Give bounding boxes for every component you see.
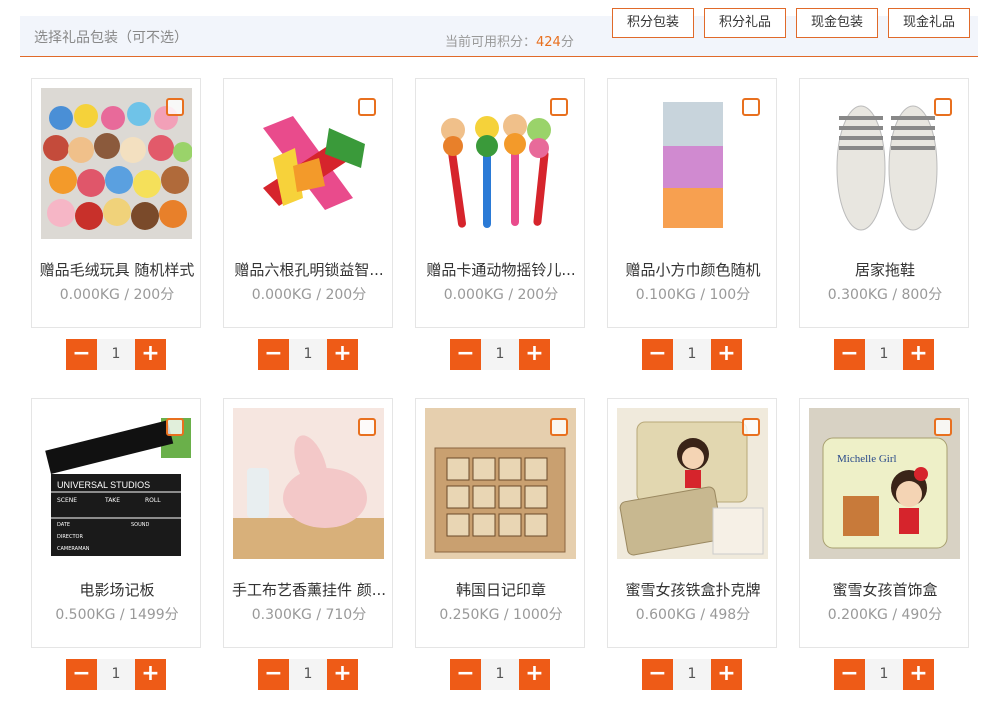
quantity-stepper[interactable]: −1 +	[834, 339, 934, 371]
product-name: 韩国日记印章	[455, 581, 546, 599]
product-card[interactable]: 赠品六根孔明锁益智... 0.000KG / 200分	[223, 78, 393, 328]
increase-button[interactable]: +	[327, 339, 358, 370]
product-card[interactable]: 蜜雪女孩铁盒扑克牌 0.600KG / 498分	[607, 398, 777, 648]
product-name: 电影场记板	[79, 581, 155, 599]
decrease-button[interactable]: −	[66, 659, 97, 690]
product-card[interactable]: 韩国日记印章 0.250KG / 1000分	[415, 398, 585, 648]
product-weight-points: 0.000KG / 200分	[443, 287, 559, 303]
product-name: 赠品六根孔明锁益智...	[234, 261, 384, 279]
quantity-value[interactable]: 1	[481, 339, 519, 370]
quantity-value[interactable]: 1	[865, 339, 903, 370]
quantity-value[interactable]: 1	[481, 659, 519, 690]
clapper-director: DIRECTOR	[57, 534, 83, 540]
increase-button[interactable]: +	[519, 339, 550, 370]
product-card[interactable]: 居家拖鞋 0.300KG / 800分	[799, 78, 969, 328]
quantity-value[interactable]: 1	[673, 659, 711, 690]
clapper-cameraman: CAMERAMAN	[57, 546, 90, 552]
header-hint: 选择礼品包装（可不选）	[34, 30, 188, 46]
select-checkbox[interactable]	[166, 418, 184, 436]
product-card[interactable]: UNIVERSAL STUDIOS SCENE TAKE ROLL DATE S…	[31, 398, 201, 648]
product-name: 手工布艺香薰挂件 颜...	[231, 581, 387, 599]
clapper-roll: ROLL	[145, 497, 161, 504]
product-name: 赠品卡通动物摇铃儿...	[426, 261, 576, 279]
clapper-scene: SCENE	[57, 497, 77, 504]
tab-points-packaging[interactable]: 积分包装	[612, 8, 694, 38]
product-name: 赠品毛绒玩具 随机样式	[39, 261, 195, 279]
product-name: 蜜雪女孩首饰盒	[832, 581, 938, 599]
decrease-button[interactable]: −	[258, 659, 289, 690]
decrease-button[interactable]: −	[834, 659, 865, 690]
select-checkbox[interactable]	[358, 98, 376, 116]
product-weight-points: 0.200KG / 490分	[827, 607, 943, 623]
quantity-value[interactable]: 1	[97, 659, 135, 690]
product-weight-points: 0.500KG / 1499分	[55, 607, 179, 623]
product-card[interactable]: 手工布艺香薰挂件 颜... 0.300KG / 710分	[223, 398, 393, 648]
increase-button[interactable]: +	[711, 339, 742, 370]
tab-points-gifts[interactable]: 积分礼品	[704, 8, 786, 38]
select-checkbox[interactable]	[166, 98, 184, 116]
increase-button[interactable]: +	[711, 659, 742, 690]
quantity-stepper[interactable]: −1 +	[66, 339, 166, 371]
decrease-button[interactable]: −	[66, 339, 97, 370]
increase-button[interactable]: +	[327, 659, 358, 690]
decrease-button[interactable]: −	[642, 659, 673, 690]
clapper-take: TAKE	[104, 497, 120, 504]
points-label: 当前可用积分：	[445, 35, 537, 50]
clapper-date: DATE	[57, 522, 70, 528]
product-card[interactable]: 赠品小方巾颜色随机 0.100KG / 100分	[607, 78, 777, 328]
increase-button[interactable]: +	[135, 659, 166, 690]
quantity-stepper[interactable]: −1 +	[450, 659, 550, 691]
product-weight-points: 0.600KG / 498分	[635, 607, 751, 623]
quantity-value[interactable]: 1	[865, 659, 903, 690]
select-checkbox[interactable]	[550, 98, 568, 116]
select-checkbox[interactable]	[358, 418, 376, 436]
quantity-stepper[interactable]: −1 +	[450, 339, 550, 371]
points-unit: 分	[560, 35, 574, 50]
product-name: 居家拖鞋	[854, 261, 915, 279]
select-checkbox[interactable]	[742, 98, 760, 116]
product-weight-points: 0.000KG / 200分	[251, 287, 367, 303]
increase-button[interactable]: +	[519, 659, 550, 690]
decrease-button[interactable]: −	[450, 339, 481, 370]
increase-button[interactable]: +	[903, 339, 934, 370]
tab-cash-packaging[interactable]: 现金包装	[796, 8, 878, 38]
select-checkbox[interactable]	[742, 418, 760, 436]
quantity-value[interactable]: 1	[673, 339, 711, 370]
increase-button[interactable]: +	[903, 659, 934, 690]
product-weight-points: 0.000KG / 200分	[59, 287, 175, 303]
clapper-title: UNIVERSAL STUDIOS	[57, 480, 150, 490]
product-name: 赠品小方巾颜色随机	[625, 261, 761, 279]
quantity-stepper[interactable]: −1 +	[834, 659, 934, 691]
decrease-button[interactable]: −	[450, 659, 481, 690]
select-checkbox[interactable]	[934, 418, 952, 436]
quantity-stepper[interactable]: −1 +	[258, 659, 358, 691]
product-weight-points: 0.300KG / 800分	[827, 287, 943, 303]
tab-cash-gifts[interactable]: 现金礼品	[888, 8, 970, 38]
clapper-sound: SOUND	[131, 522, 150, 528]
decrease-button[interactable]: −	[834, 339, 865, 370]
quantity-stepper[interactable]: −1 +	[642, 659, 742, 691]
quantity-stepper[interactable]: −1 +	[66, 659, 166, 691]
quantity-stepper[interactable]: −1 +	[258, 339, 358, 371]
decrease-button[interactable]: −	[642, 339, 673, 370]
product-card[interactable]: 赠品毛绒玩具 随机样式 0.000KG / 200分	[31, 78, 201, 328]
points-value: 424	[536, 35, 561, 50]
product-card[interactable]: Michelle Girl 蜜雪女孩首饰盒 0.200KG / 490分	[799, 398, 969, 648]
box-brand-text: Michelle Girl	[837, 453, 897, 465]
quantity-value[interactable]: 1	[289, 659, 327, 690]
product-weight-points: 0.250KG / 1000分	[439, 607, 563, 623]
select-checkbox[interactable]	[550, 418, 568, 436]
product-name: 蜜雪女孩铁盒扑克牌	[625, 581, 761, 599]
quantity-stepper[interactable]: −1 +	[642, 339, 742, 371]
product-card[interactable]: 赠品卡通动物摇铃儿... 0.000KG / 200分	[415, 78, 585, 328]
quantity-value[interactable]: 1	[97, 339, 135, 370]
quantity-value[interactable]: 1	[289, 339, 327, 370]
product-weight-points: 0.300KG / 710分	[251, 607, 367, 623]
increase-button[interactable]: +	[135, 339, 166, 370]
available-points: 当前可用积分：424分	[445, 31, 574, 50]
select-checkbox[interactable]	[934, 98, 952, 116]
product-weight-points: 0.100KG / 100分	[635, 287, 751, 303]
decrease-button[interactable]: −	[258, 339, 289, 370]
